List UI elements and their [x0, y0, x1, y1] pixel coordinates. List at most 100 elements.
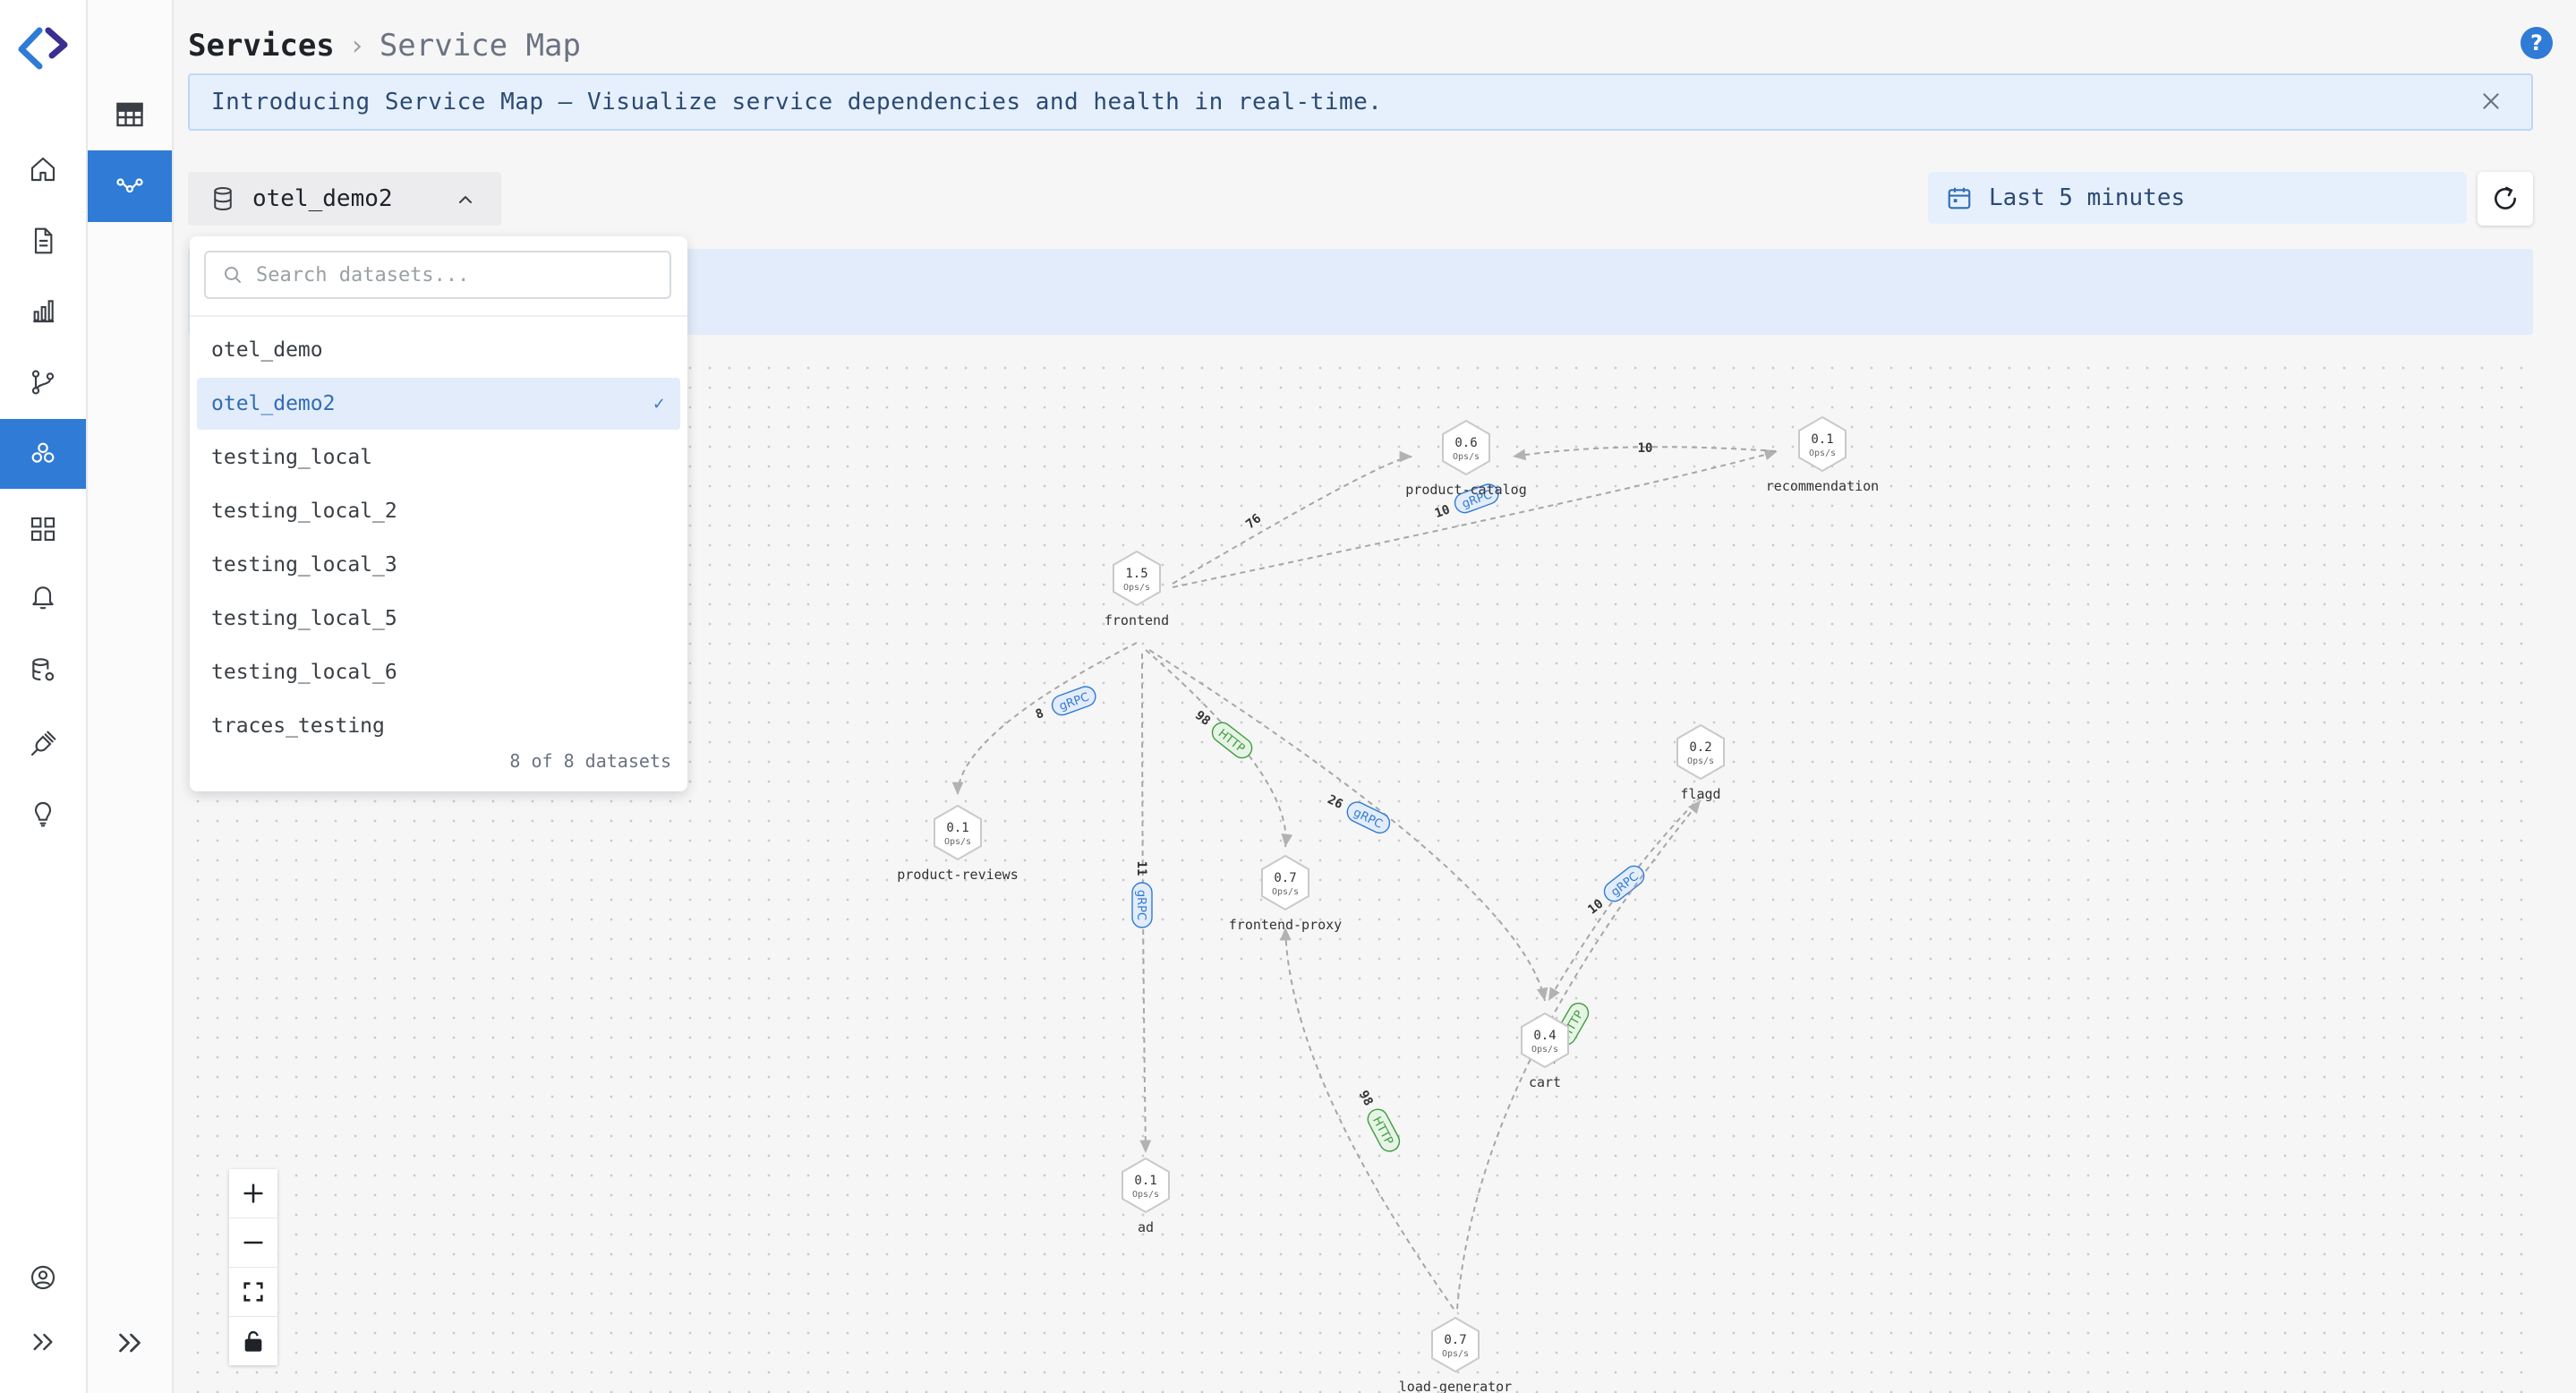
dataset-option[interactable]: testing_local — [197, 432, 680, 483]
service-node-ad[interactable]: 0.1 Ops/s ad — [1122, 1157, 1170, 1235]
edge-count: 76 — [1243, 511, 1264, 532]
edge-line — [1172, 450, 1413, 585]
service-node-load-generator[interactable]: 0.7 Ops/s load-generator — [1399, 1316, 1512, 1393]
fullscreen-icon — [243, 1282, 263, 1302]
edge-line — [1172, 449, 1778, 588]
dataset-option[interactable]: traces_testing — [197, 700, 680, 752]
service-node-recommendation[interactable]: 0.1 Ops/s recommendation — [1766, 415, 1879, 494]
edge-line — [1145, 649, 1293, 848]
service-node-frontend-proxy[interactable]: 0.7 Ops/s frontend-proxy — [1229, 854, 1342, 933]
edge-count: 98 — [1356, 1089, 1376, 1108]
node-rate: 0.1 — [1134, 1174, 1156, 1188]
service-node-flagd[interactable]: 0.2Ops/s flagd — [1676, 723, 1725, 802]
edge-load-generator-to-flagd[interactable]: 14HTTP — [1456, 799, 1702, 1310]
node-label: cart — [1529, 1074, 1561, 1090]
nav-integrations[interactable] — [0, 709, 86, 779]
edge-flagd-to-cart[interactable]: 10gRPC — [1548, 796, 1702, 1002]
edge-line — [951, 642, 1138, 796]
bell-icon — [32, 586, 54, 610]
node-rate: 0.7 — [1444, 1333, 1466, 1347]
nav-logs[interactable] — [0, 206, 86, 276]
dataset-search-input[interactable] — [254, 262, 670, 287]
nav-home[interactable] — [0, 134, 86, 204]
nav-metrics[interactable] — [0, 276, 86, 346]
node-rate-unit: Ops/s — [1123, 583, 1150, 593]
protocol-label: gRPC — [1134, 890, 1147, 920]
minus-icon — [243, 1241, 263, 1244]
dropdown-divider — [190, 315, 687, 317]
zoom-out-button[interactable] — [229, 1218, 277, 1268]
nav-traces[interactable] — [0, 347, 86, 417]
edge-recommendation-to-product-catalog[interactable]: 10 — [1512, 441, 1777, 461]
services-icon — [31, 442, 55, 463]
node-rate: 0.6 — [1454, 436, 1477, 450]
dataset-option[interactable]: testing_local_3 — [197, 539, 680, 591]
service-map-view[interactable] — [88, 150, 172, 222]
zoom-in-button[interactable] — [229, 1169, 277, 1218]
nav-profile[interactable] — [0, 1243, 86, 1312]
dataset-search — [204, 251, 671, 299]
edge-frontend-to-frontend-proxy[interactable]: 98HTTP — [1145, 649, 1293, 848]
breadcrumb-services[interactable]: Services — [188, 28, 335, 64]
edge-count: 8 — [1034, 706, 1045, 722]
services-table-view[interactable] — [88, 79, 172, 150]
node-rate: 0.7 — [1274, 871, 1296, 885]
expand-sidebar-button[interactable] — [0, 1307, 86, 1377]
nav-dashboards[interactable] — [0, 494, 86, 564]
edge-label: 98HTTP — [1356, 1089, 1401, 1152]
edge-label: 10gRPC — [1585, 865, 1645, 918]
nav-alerts[interactable] — [0, 562, 86, 632]
time-range-picker[interactable]: Last 5 minutes — [1928, 172, 2467, 224]
node-rate: 0.1 — [946, 821, 968, 835]
edge-frontend-to-ad[interactable]: 11 gRPC — [1131, 653, 1153, 1154]
lock-view-button[interactable] — [229, 1317, 277, 1365]
node-rate: 1.5 — [1125, 567, 1147, 581]
breadcrumb: Services › Service Map — [188, 23, 581, 68]
dataset-option[interactable]: testing_local_2 — [197, 485, 680, 537]
banner-text: Introducing Service Map – Visualize serv… — [211, 89, 1383, 115]
edge-load-generator-to-frontend-proxy[interactable]: 98HTTP — [1279, 927, 1454, 1310]
fit-view-button[interactable] — [229, 1268, 277, 1317]
nav-data-sources[interactable] — [0, 636, 86, 705]
nav-services[interactable] — [0, 419, 86, 489]
dataset-selector[interactable]: otel_demo2 — [188, 172, 501, 226]
dataset-count: 8 of 8 datasets — [509, 750, 671, 772]
node-label: load-generator — [1399, 1379, 1512, 1393]
help-icon[interactable]: ? — [2521, 27, 2553, 59]
dataset-option[interactable]: testing_local_6 — [197, 646, 680, 698]
service-node-cart[interactable]: 0.4 Ops/s cart — [1521, 1012, 1569, 1090]
edge-count: 10 — [1433, 502, 1452, 521]
expand-subnav-button[interactable] — [88, 1307, 172, 1379]
dataset-option[interactable]: testing_local_5 — [197, 593, 680, 645]
time-range-label: Last 5 minutes — [1989, 184, 2186, 211]
edge-frontend-to-product-catalog[interactable]: 76 — [1172, 450, 1413, 585]
nav-insights[interactable] — [0, 779, 86, 849]
refresh-button[interactable] — [2478, 172, 2533, 226]
edge-frontend-to-product-reviews[interactable]: 8gRPC — [951, 642, 1138, 796]
node-rate-unit: Ops/s — [1687, 756, 1714, 766]
service-node-product-catalog[interactable]: 0.6 Ops/s product-catalog — [1405, 419, 1527, 498]
database-gear-icon — [32, 658, 55, 681]
service-node-product-reviews[interactable]: 0.1 Ops/s product-reviews — [897, 804, 1019, 883]
edge-label: 98HTTP — [1192, 708, 1253, 759]
edge-label: 8gRPC — [1034, 686, 1096, 722]
edge-count: 10 — [1638, 441, 1653, 456]
zoom-controls — [229, 1169, 277, 1365]
node-label: frontend — [1105, 612, 1169, 628]
edge-frontend-to-recommendation[interactable]: 10gRPC — [1172, 449, 1778, 588]
banner-close-button[interactable] — [2478, 88, 2504, 115]
dataset-option-selected[interactable]: otel_demo2 ✓ — [197, 378, 680, 430]
node-label: recommendation — [1766, 478, 1879, 494]
git-branch-icon — [31, 370, 55, 395]
node-rate-unit: Ops/s — [1453, 452, 1480, 462]
document-icon — [34, 227, 53, 254]
announcement-banner: Introducing Service Map – Visualize serv… — [188, 73, 2533, 131]
dataset-option[interactable]: otel_demo — [197, 324, 680, 376]
app-logo-icon[interactable] — [16, 25, 70, 70]
edge-frontend-to-cart[interactable]: 26gRPC — [1148, 649, 1548, 1002]
double-chevron-right-icon — [119, 1333, 141, 1353]
node-rate-unit: Ops/s — [1132, 1190, 1159, 1200]
breadcrumb-separator-icon: › — [348, 30, 365, 62]
service-node-frontend[interactable]: 1.5 Ops/s frontend — [1105, 550, 1169, 628]
primary-sidebar — [0, 0, 88, 1393]
